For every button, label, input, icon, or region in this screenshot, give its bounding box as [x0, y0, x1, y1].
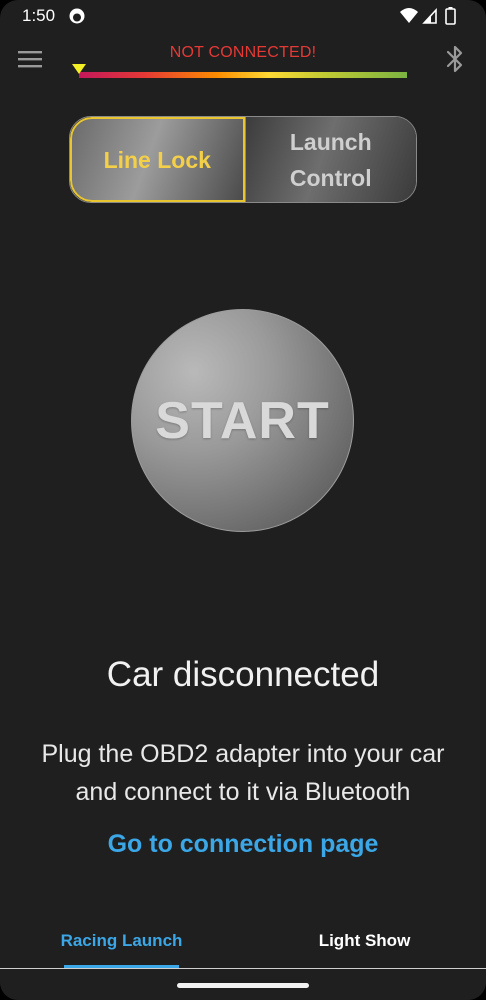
mode-option-label: Line Lock: [103, 146, 211, 173]
connection-instructions: Plug the OBD2 adapter into your car and …: [41, 740, 445, 806]
battery-icon: [445, 7, 456, 25]
system-status-icons: [400, 7, 456, 25]
mode-toggle: Line Lock Launch Control: [69, 116, 417, 203]
go-to-connection-link[interactable]: Go to connection page: [0, 830, 486, 859]
bluetooth-icon[interactable]: [442, 44, 468, 74]
tab-racing-launch[interactable]: Racing Launch: [0, 914, 243, 968]
signal-icon: [422, 7, 437, 24]
mode-option-label: Launch Control: [289, 128, 372, 191]
start-button-label: START: [155, 391, 330, 450]
tab-label: Racing Launch: [60, 931, 183, 950]
car-status-title: Car disconnected: [106, 655, 380, 694]
status-bar: 1:50: [0, 0, 486, 32]
home-indicator[interactable]: [177, 983, 309, 988]
mode-option-line-lock[interactable]: Line Lock: [70, 117, 245, 202]
status-time: 1:50: [22, 6, 56, 25]
gauge-marker-icon: [72, 64, 86, 74]
mode-option-launch-control[interactable]: Launch Control: [244, 117, 416, 202]
start-button[interactable]: START: [131, 309, 354, 532]
wifi-icon: [400, 8, 418, 23]
notification-icon: [69, 8, 85, 24]
tab-label: Light Show: [318, 931, 411, 950]
bottom-tab-bar: Racing Launch Light Show: [0, 914, 486, 968]
tab-light-show[interactable]: Light Show: [243, 914, 486, 968]
connection-status-label: NOT CONNECTED!: [169, 44, 317, 61]
connection-gauge-bar: [79, 72, 407, 78]
app-screen: 1:50 NOT CONNECTED! Line Lock Launch Con…: [0, 0, 486, 1000]
